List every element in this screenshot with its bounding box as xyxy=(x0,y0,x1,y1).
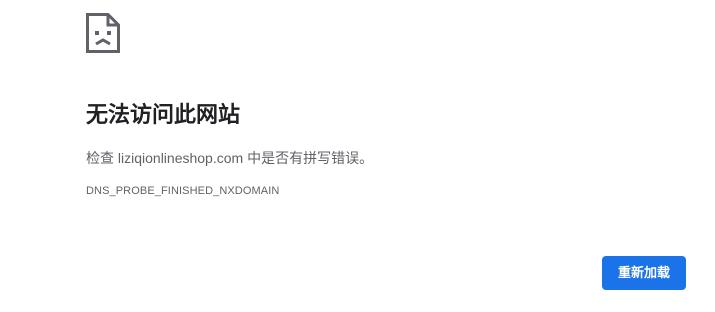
reload-button[interactable]: 重新加载 xyxy=(602,256,686,290)
error-message: 检查 liziqionlineshop.com 中是否有拼写错误。 xyxy=(86,150,374,166)
page-title: 无法访问此网站 xyxy=(86,102,241,127)
sad-page-icon xyxy=(86,13,120,53)
error-code: DNS_PROBE_FINISHED_NXDOMAIN xyxy=(86,185,280,197)
